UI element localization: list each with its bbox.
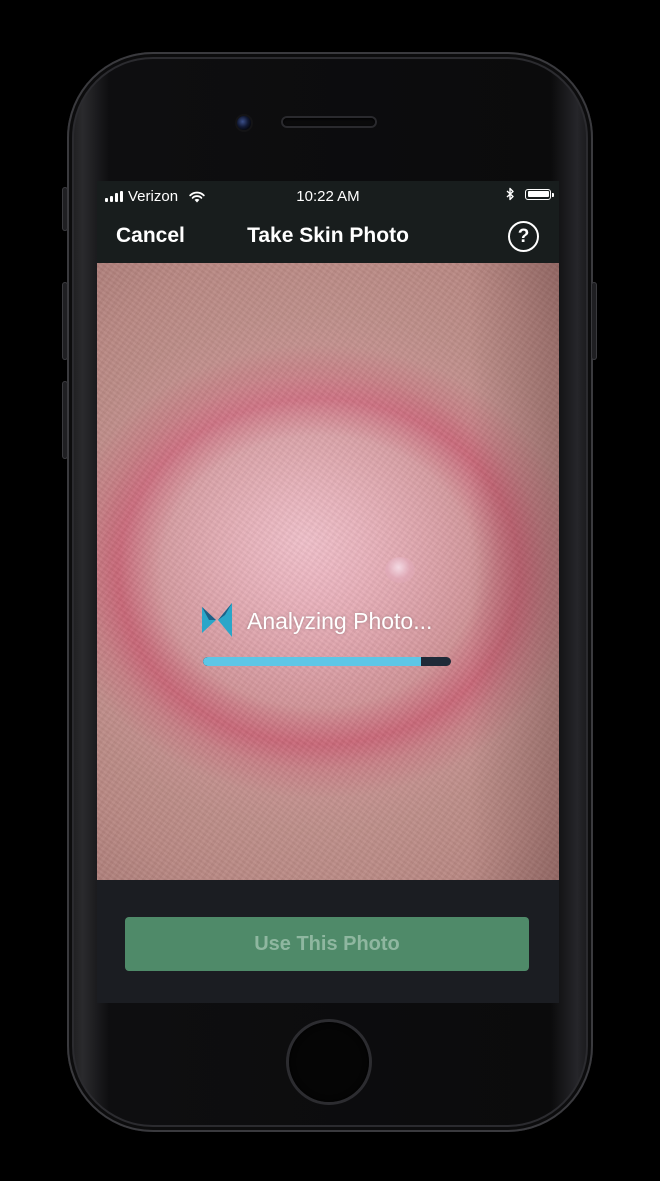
- device-frame: Verizon 10:22 AM Cancel Take Skin Photo: [0, 0, 660, 1181]
- analyzing-status: Analyzing Photo...: [247, 608, 433, 634]
- skin-photo: Analyzing Photo...: [97, 263, 559, 880]
- nav-bar: Cancel Take Skin Photo ?: [97, 211, 559, 263]
- analysis-progress-bar: [203, 657, 451, 666]
- page-title: Take Skin Photo: [247, 224, 409, 247]
- home-button[interactable]: [289, 1022, 369, 1102]
- bottom-panel: Use This Photo: [97, 880, 559, 1003]
- screen: Verizon 10:22 AM Cancel Take Skin Photo: [97, 181, 559, 1003]
- bowtie-logo-icon: [202, 603, 232, 637]
- skin-bump: [385, 557, 415, 583]
- photo-shade: [469, 263, 559, 880]
- battery-icon: [525, 188, 554, 200]
- analyzing-overlay: Analyzing Photo...: [202, 603, 462, 643]
- status-right: [506, 187, 554, 201]
- earpiece-speaker: [283, 118, 375, 126]
- status-time: 10:22 AM: [296, 188, 360, 205]
- mute-switch: [62, 187, 68, 231]
- status-bar: Verizon 10:22 AM: [97, 181, 559, 211]
- progress-fill: [203, 657, 422, 666]
- power-button: [591, 282, 597, 360]
- help-icon[interactable]: ?: [508, 221, 539, 252]
- bluetooth-icon: [506, 187, 514, 201]
- volume-down-button: [62, 381, 68, 459]
- volume-up-button: [62, 282, 68, 360]
- use-photo-button[interactable]: Use This Photo: [125, 917, 529, 971]
- front-camera: [237, 116, 251, 130]
